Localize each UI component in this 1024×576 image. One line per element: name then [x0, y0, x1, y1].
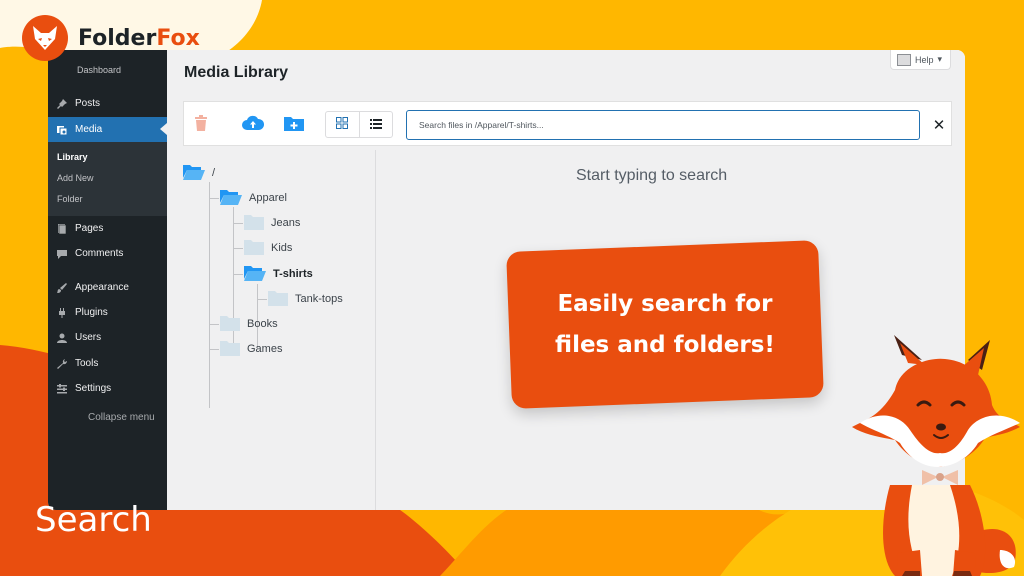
- submenu-item-folder[interactable]: Folder: [57, 194, 83, 204]
- trash-icon: [194, 114, 208, 136]
- sidebar-item-settings[interactable]: Settings: [48, 376, 167, 401]
- callout-text: Easily search for files and folders!: [555, 284, 775, 366]
- media-submenu: Library Add New Folder: [48, 142, 167, 216]
- wrench-icon: [55, 357, 69, 371]
- tree-item-t-shirts[interactable]: T-shirts: [244, 265, 313, 283]
- brush-icon: [55, 281, 69, 295]
- tree-item-tank-tops[interactable]: Tank-tops: [268, 290, 343, 308]
- tree-line: [209, 324, 219, 325]
- tree-item-label: Kids: [271, 242, 293, 254]
- tree-line: [233, 274, 243, 275]
- upload-button[interactable]: [241, 114, 265, 136]
- sidebar-item-users[interactable]: Users: [48, 325, 167, 350]
- grid-view-button[interactable]: [326, 112, 359, 137]
- folderfox-logo: FolderFox: [22, 15, 200, 61]
- folder-icon: [268, 290, 288, 309]
- tree-item-games[interactable]: Games: [220, 340, 282, 358]
- tree-item-label: Apparel: [249, 192, 287, 204]
- tree-item-label: Tank-tops: [295, 293, 343, 305]
- sidebar-item-plugins[interactable]: Plugins: [48, 300, 167, 325]
- tree-item-label: Books: [247, 318, 278, 330]
- folder-icon: [244, 214, 264, 233]
- help-label: Help: [914, 54, 934, 65]
- folder-icon: [244, 239, 264, 258]
- sidebar-item-posts[interactable]: Posts: [48, 91, 167, 116]
- callout-line-1: Easily search for: [557, 290, 773, 317]
- tree-item-books[interactable]: Books: [220, 315, 278, 333]
- delete-button[interactable]: [192, 114, 210, 136]
- screen-options-icon: [896, 53, 911, 66]
- sidebar-item-tools[interactable]: Tools: [48, 351, 167, 376]
- slide-label: Search: [35, 500, 152, 540]
- help-button[interactable]: Help ▾: [889, 50, 951, 70]
- sidebar-item-pages[interactable]: Pages: [48, 216, 167, 241]
- tree-item-root[interactable]: /: [183, 164, 215, 182]
- tree-item-label: T-shirts: [273, 268, 313, 280]
- comment-icon: [55, 247, 69, 261]
- list-view-button[interactable]: [358, 112, 393, 137]
- page-title: Media Library: [184, 64, 289, 81]
- collapse-menu-button[interactable]: Collapse menu: [88, 412, 155, 423]
- folder-open-icon: [244, 265, 266, 284]
- folder-icon: [220, 340, 240, 359]
- brand-name-part1: Folder: [78, 25, 157, 51]
- search-empty-message: Start typing to search: [576, 167, 728, 184]
- feature-callout: Easily search for files and folders!: [506, 240, 824, 409]
- pin-icon: [55, 97, 69, 111]
- tree-item-apparel[interactable]: Apparel: [220, 189, 287, 207]
- wp-admin-sidebar: Dashboard Posts Media Library Add New Fo…: [48, 50, 167, 510]
- media-icon: [55, 123, 69, 137]
- sliders-icon: [55, 382, 69, 396]
- folder-toolbar: ✕: [183, 101, 952, 146]
- sidebar-item-appearance[interactable]: Appearance: [48, 275, 167, 300]
- list-view-icon: [369, 116, 382, 134]
- tree-item-jeans[interactable]: Jeans: [244, 214, 300, 232]
- tree-item-kids[interactable]: Kids: [244, 239, 292, 257]
- sidebar-item-media[interactable]: Media: [48, 117, 167, 142]
- close-icon: ✕: [932, 117, 946, 134]
- tree-line: [209, 182, 210, 408]
- folder-open-icon: [220, 189, 242, 208]
- tree-line: [233, 223, 243, 224]
- tree-line: [233, 248, 243, 249]
- panel-divider: [375, 150, 376, 510]
- user-icon: [55, 331, 69, 345]
- view-toggle: [325, 111, 393, 138]
- tree-line: [209, 198, 219, 199]
- fox-logo-icon: [22, 15, 68, 61]
- folder-tree: / Apparel Jeans Kids T-shirts Tank-tops: [183, 150, 375, 510]
- page-icon: [55, 222, 69, 236]
- tree-item-label: /: [212, 167, 216, 179]
- new-folder-button[interactable]: [282, 114, 306, 136]
- cloud-upload-icon: [242, 115, 265, 136]
- brand-name-part2: Fox: [156, 25, 200, 51]
- brand-name: FolderFox: [78, 26, 200, 51]
- sidebar-item-comments[interactable]: Comments: [48, 241, 167, 266]
- sidebar-item-dashboard[interactable]: Dashboard: [77, 65, 121, 75]
- submenu-item-add-new[interactable]: Add New: [57, 173, 94, 183]
- tree-item-label: Games: [247, 343, 283, 355]
- folder-icon: [220, 315, 240, 334]
- folder-plus-icon: [284, 115, 304, 136]
- search-input[interactable]: [406, 110, 920, 140]
- caret-down-icon: ▾: [937, 54, 942, 64]
- submenu-item-library[interactable]: Library: [57, 152, 88, 162]
- tree-item-label: Jeans: [271, 217, 301, 229]
- tree-line: [209, 349, 219, 350]
- grid-view-icon: [336, 116, 349, 134]
- clear-search-button[interactable]: ✕: [929, 114, 949, 136]
- tree-line: [257, 299, 267, 300]
- fox-mascot-illustration: [852, 335, 1020, 576]
- callout-line-2: files and folders!: [555, 331, 775, 358]
- folder-open-icon: [183, 164, 205, 183]
- plug-icon: [55, 306, 69, 320]
